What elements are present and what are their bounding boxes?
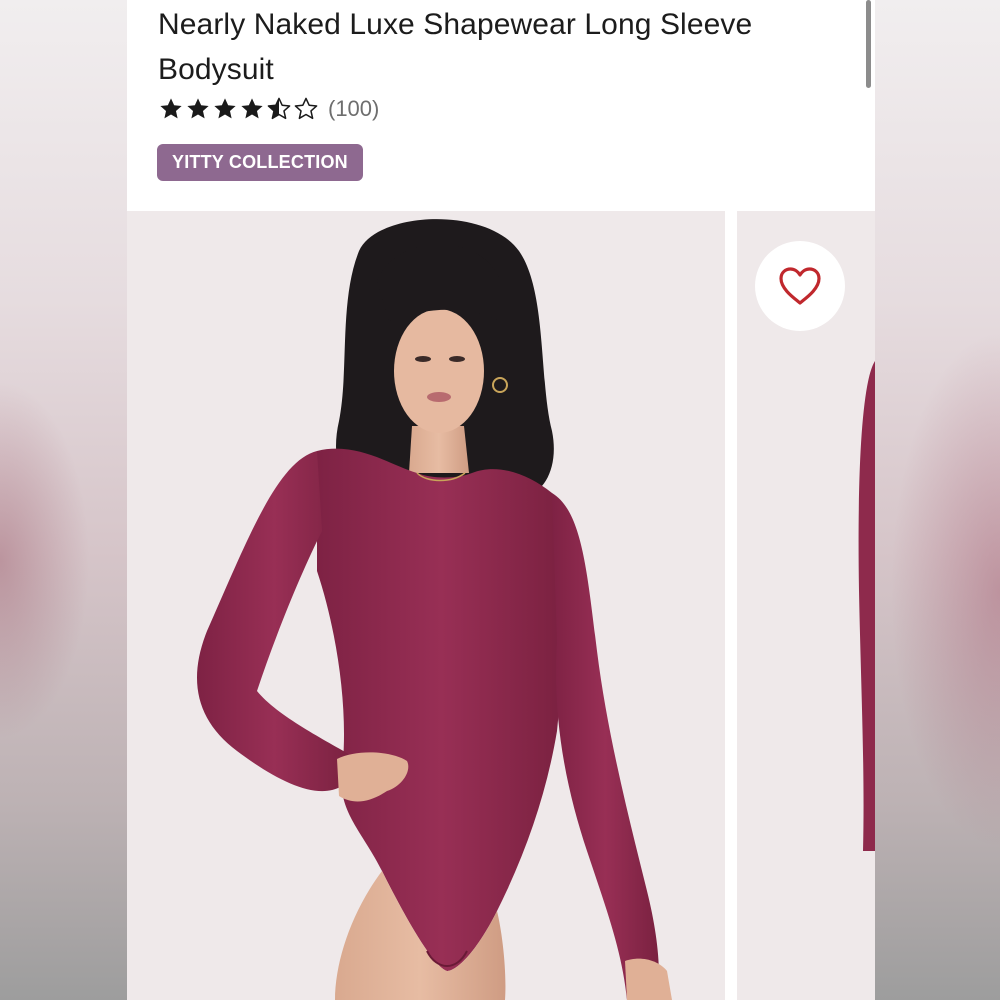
scrollbar[interactable] bbox=[866, 0, 871, 88]
product-rating[interactable]: (100) bbox=[158, 94, 379, 124]
favorite-button[interactable] bbox=[755, 241, 845, 331]
background-blur-left bbox=[0, 0, 127, 1000]
collection-badge[interactable]: YITTY COLLECTION bbox=[157, 144, 363, 181]
heart-outline-icon bbox=[779, 267, 821, 305]
star-icon bbox=[185, 96, 211, 122]
product-page: Nearly Naked Luxe Shapewear Long Sleeve … bbox=[127, 0, 875, 1000]
product-title: Nearly Naked Luxe Shapewear Long Sleeve … bbox=[158, 8, 753, 86]
star-icon bbox=[239, 96, 265, 122]
product-gallery[interactable] bbox=[127, 211, 875, 1000]
background-blur-right bbox=[875, 0, 1000, 1000]
star-icon bbox=[212, 96, 238, 122]
product-image-main[interactable] bbox=[127, 211, 725, 1000]
review-count[interactable]: (100) bbox=[328, 96, 379, 122]
star-half-icon bbox=[266, 96, 292, 122]
star-empty-icon bbox=[293, 96, 319, 122]
star-icon bbox=[158, 96, 184, 122]
